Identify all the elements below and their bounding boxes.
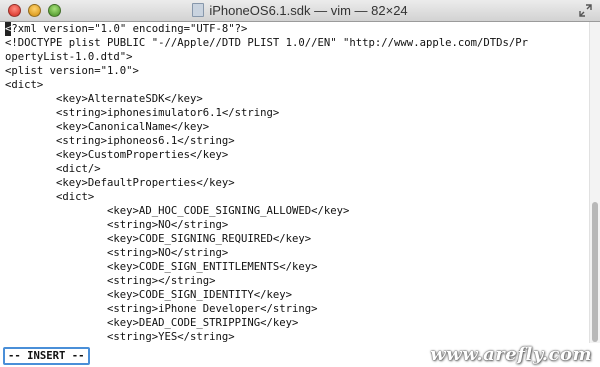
editor-line-15: <string>NO</string> [5, 219, 229, 231]
editor-line-2: <!DOCTYPE plist PUBLIC "-//Apple//DTD PL… [5, 37, 528, 49]
scrollbar-thumb[interactable] [592, 202, 598, 342]
editor-line-16: <key>CODE_SIGNING_REQUIRED</key> [5, 233, 312, 245]
editor-line-8: <key>CanonicalName</key> [5, 121, 210, 133]
editor-line-18: <key>CODE_SIGN_ENTITLEMENTS</key> [5, 261, 318, 273]
editor-line-20: <key>CODE_SIGN_IDENTITY</key> [5, 289, 293, 301]
editor-line-23: <string>YES</string> [5, 331, 235, 342]
editor-line-4: <plist version="1.0"> [5, 65, 139, 77]
editor-line-9: <string>iphoneos6.1</string> [5, 135, 235, 147]
editor-line-1: <?xml version="1.0" encoding="UTF-8"?> [5, 22, 247, 36]
fullscreen-icon[interactable] [579, 4, 592, 17]
window-title: iPhoneOS6.1.sdk — vim — 82×24 [209, 3, 408, 18]
watermark-text: www.arefly.com [430, 344, 592, 365]
editor-line-7: <string>iphonesimulator6.1</string> [5, 107, 280, 119]
editor-line-19: <string></string> [5, 275, 216, 287]
window-title-container: iPhoneOS6.1.sdk — vim — 82×24 [0, 3, 600, 19]
terminal-window: iPhoneOS6.1.sdk — vim — 82×24 <?xml vers… [0, 0, 600, 367]
line-text: ?xml version="1.0" encoding="UTF-8"?> [11, 23, 248, 35]
title-bar[interactable]: iPhoneOS6.1.sdk — vim — 82×24 [0, 0, 600, 22]
editor-line-10: <key>CustomProperties</key> [5, 149, 229, 161]
editor-line-13: <dict> [5, 191, 95, 203]
editor-line-17: <string>NO</string> [5, 247, 229, 259]
vim-text-area[interactable]: <?xml version="1.0" encoding="UTF-8"?> <… [0, 22, 589, 342]
editor-line-5: <dict> [5, 79, 44, 91]
editor-line-22: <key>DEAD_CODE_STRIPPING</key> [5, 317, 299, 329]
editor-line-3: opertyList-1.0.dtd"> [5, 51, 133, 63]
vertical-scrollbar[interactable] [589, 22, 600, 345]
editor-line-21: <string>iPhone Developer</string> [5, 303, 318, 315]
status-bar: -- INSERT -- www.arefly.com [0, 343, 600, 367]
editor-line-12: <key>DefaultProperties</key> [5, 177, 235, 189]
editor-line-14: <key>AD_HOC_CODE_SIGNING_ALLOWED</key> [5, 205, 350, 217]
insert-mode-indicator: -- INSERT -- [3, 347, 90, 365]
editor-line-6: <key>AlternateSDK</key> [5, 93, 203, 105]
editor-line-11: <dict/> [5, 163, 101, 175]
document-icon [192, 3, 205, 17]
